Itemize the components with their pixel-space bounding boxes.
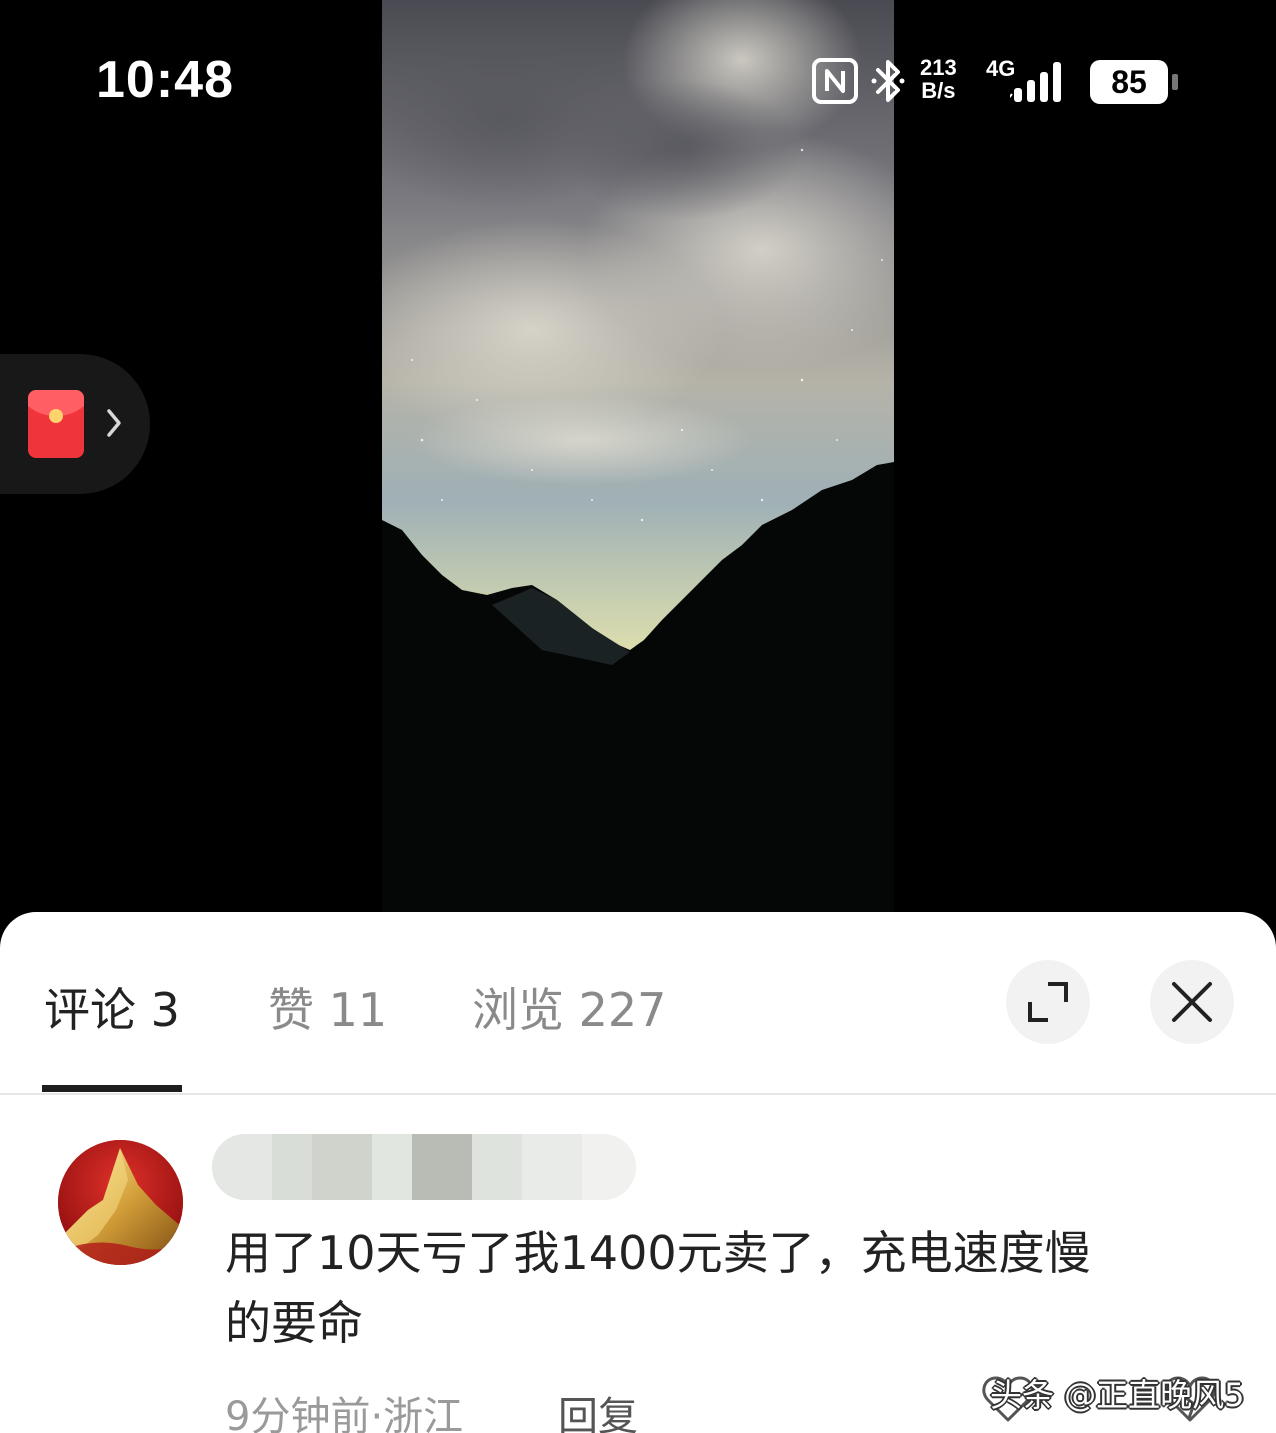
tab-likes[interactable]: 赞 11 — [268, 974, 387, 1040]
tab-views[interactable]: 浏览 227 — [472, 974, 666, 1040]
comment-time-location: 9分钟前·浙江 — [225, 1394, 464, 1433]
red-envelope-icon — [28, 390, 84, 458]
network-speed-unit: B/s — [921, 78, 956, 103]
watermark: 头条 @正直晚风5 — [990, 1376, 1245, 1414]
bluetooth-icon — [871, 60, 905, 102]
nfc-icon — [812, 58, 858, 104]
network-speed: 213 B/s — [920, 56, 957, 102]
comment-text: 用了10天亏了我1400元卖了，充电速度慢 的要命 — [225, 1218, 1225, 1358]
expand-icon — [1028, 982, 1068, 1022]
expand-button[interactable] — [1006, 960, 1090, 1044]
comment-text-line-2: 的要命 — [225, 1296, 363, 1350]
tabs-divider — [0, 1093, 1276, 1095]
chevron-right-icon — [107, 409, 121, 437]
active-tab-indicator — [42, 1085, 182, 1092]
tab-comments[interactable]: 评论 3 — [44, 974, 180, 1040]
avatar[interactable] — [58, 1140, 183, 1265]
network-speed-value: 213 — [920, 55, 957, 80]
reply-button[interactable]: 回复 — [558, 1384, 638, 1433]
signal-icon — [1010, 62, 1061, 102]
battery-icon: 85 — [1090, 60, 1178, 104]
red-envelope-button[interactable] — [0, 354, 150, 494]
comment-text-line-1: 用了10天亏了我1400元卖了，充电速度慢 — [225, 1226, 1091, 1280]
status-bar: 10:48 213 B/s 4G 85 — [0, 0, 1276, 160]
close-icon — [1172, 982, 1212, 1022]
close-button[interactable] — [1150, 960, 1234, 1044]
username-obscured — [212, 1134, 636, 1200]
status-time: 10:48 — [96, 51, 234, 109]
comments-sheet: 评论 3 赞 11 浏览 227 用了10天亏了我1400元卖了，充电速度慢 的… — [0, 912, 1276, 1433]
